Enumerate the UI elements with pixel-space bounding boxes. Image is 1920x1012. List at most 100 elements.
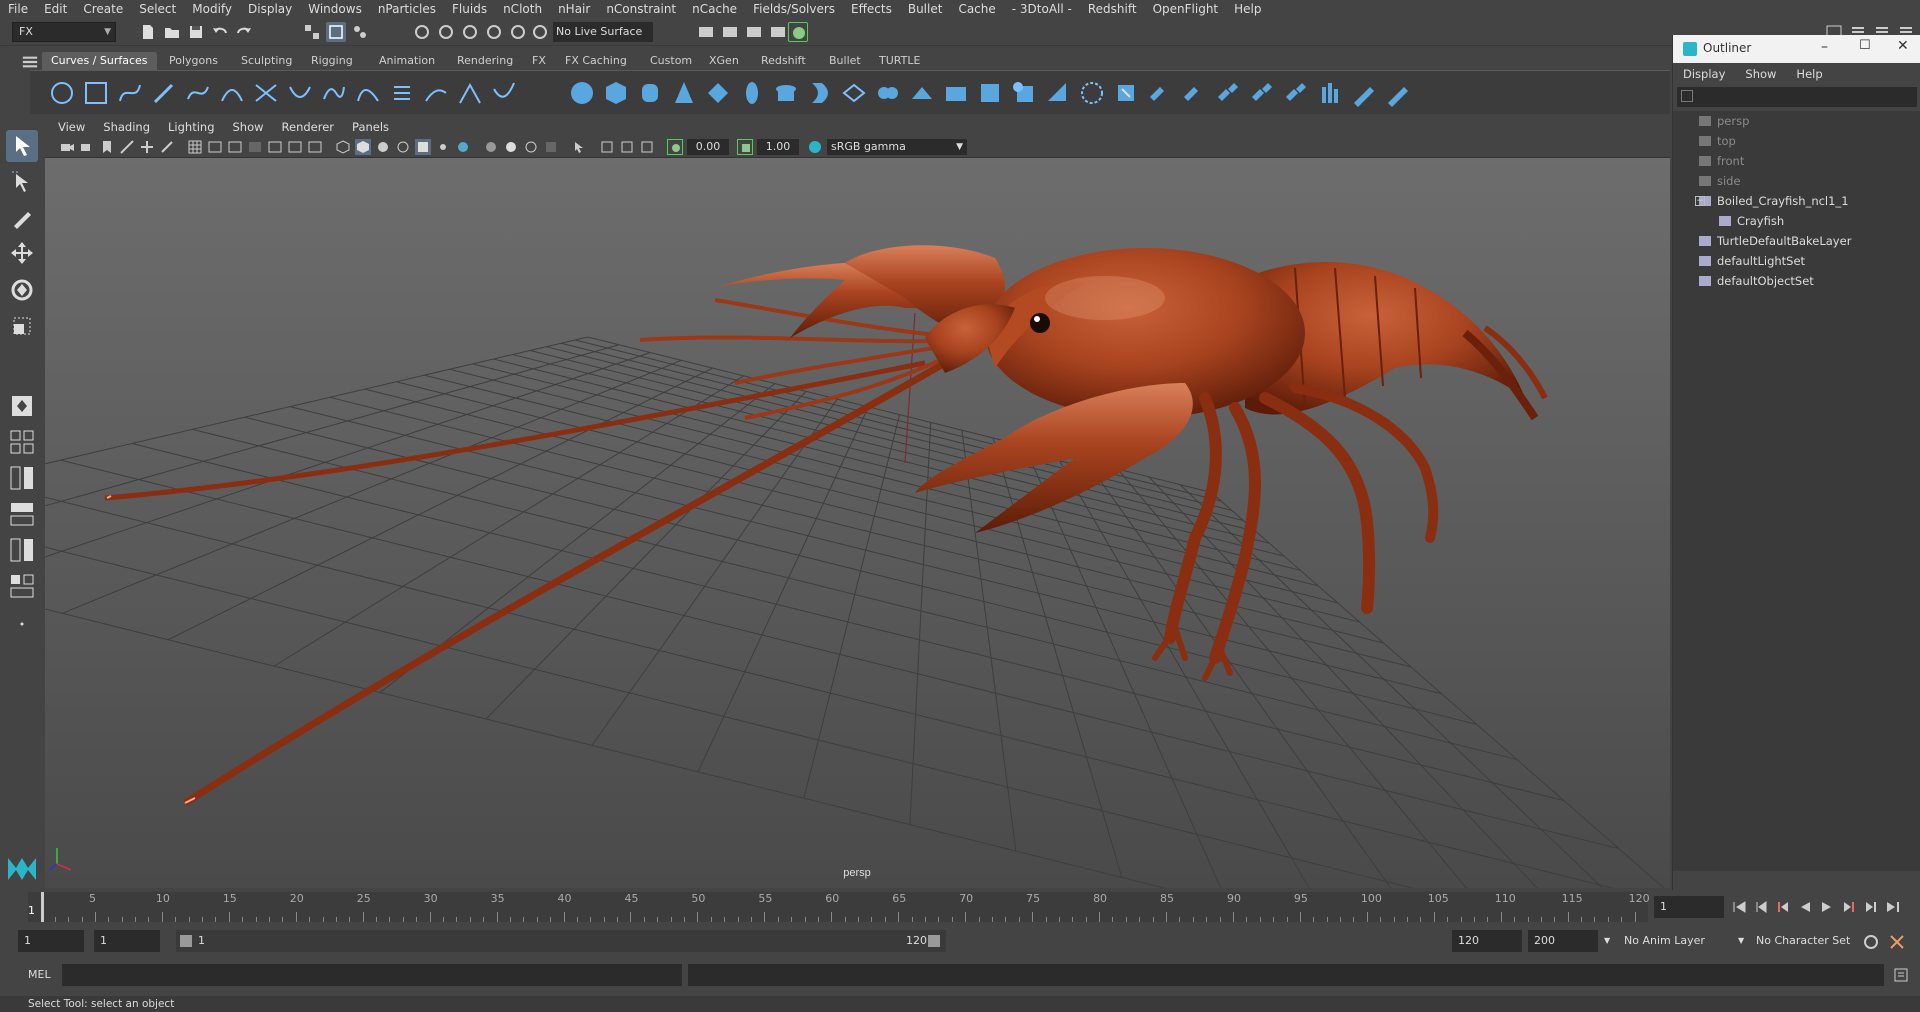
minimize-icon[interactable]: – — [1821, 39, 1828, 55]
attach-surfaces-icon[interactable] — [1180, 79, 1208, 107]
rebuild-curve-icon[interactable] — [456, 79, 484, 107]
scene-start-field[interactable]: 1 — [18, 930, 84, 952]
depth-of-field-icon[interactable] — [543, 139, 559, 155]
scale-tool-icon[interactable] — [6, 310, 38, 342]
add-points-icon[interactable] — [490, 79, 518, 107]
menu-item[interactable]: Fluids — [444, 2, 495, 16]
outliner-item[interactable]: − Boiled_Crayfish_ncl1_1 — [1673, 191, 1920, 211]
close-icon[interactable]: ✕ — [1897, 38, 1909, 54]
gate-mask-icon[interactable] — [247, 139, 263, 155]
outliner-item[interactable]: front — [1673, 151, 1920, 171]
square-surface-icon[interactable] — [1010, 79, 1038, 107]
persp-graph-stack-layout-icon[interactable] — [6, 534, 38, 566]
menu-item[interactable]: nCache — [684, 2, 745, 16]
bevel-plus-icon[interactable] — [942, 79, 970, 107]
outliner-item[interactable]: defaultObjectSet — [1673, 271, 1920, 291]
snap-surface-icon[interactable] — [508, 22, 528, 42]
shelf-tab[interactable]: FX — [523, 52, 555, 70]
shelf-tab[interactable]: Curves / Surfaces — [42, 52, 157, 70]
command-language-label[interactable]: MEL — [28, 968, 51, 981]
range-slider[interactable]: 1 120 — [176, 930, 946, 952]
save-scene-icon[interactable] — [186, 22, 206, 42]
timeline-ruler[interactable]: 5 10 15 20 25 30 35 40 45 50 55 60 65 70 75 80 85 90 95 100… — [28, 892, 1650, 922]
view-transform-dropdown[interactable]: sRGB gamma ▼ — [827, 139, 967, 155]
menu-item[interactable]: Select — [131, 2, 184, 16]
detach-surfaces-icon[interactable] — [1214, 79, 1242, 107]
outliner-item[interactable]: persp — [1673, 111, 1920, 131]
outliner-search-field[interactable] — [1677, 87, 1917, 107]
offset-curve-icon[interactable] — [422, 79, 450, 107]
insert-isoparm-icon[interactable] — [1282, 79, 1310, 107]
safe-action-icon[interactable] — [287, 139, 303, 155]
anim-preferences-icon[interactable] — [1888, 933, 1906, 951]
hypershade-icon[interactable] — [788, 22, 808, 42]
redo-icon[interactable] — [234, 22, 254, 42]
single-view-layout-icon[interactable] — [6, 390, 38, 422]
outliner-item[interactable]: defaultLightSet — [1673, 251, 1920, 271]
nurbs-torus-icon[interactable] — [738, 79, 766, 107]
extrude-icon[interactable] — [874, 79, 902, 107]
viewport-menu-item[interactable]: Renderer — [273, 120, 344, 134]
shelf-tab[interactable]: Rigging — [302, 52, 362, 70]
shelf-tab[interactable]: Animation — [370, 52, 444, 70]
live-surface-field[interactable]: No Live Surface — [553, 22, 653, 42]
menu-item[interactable]: Bullet — [900, 2, 951, 16]
shadows-icon[interactable] — [455, 139, 471, 155]
shelf-tab[interactable]: Custom — [641, 52, 701, 70]
nurbs-cone-icon[interactable] — [670, 79, 698, 107]
play-forwards-icon[interactable] — [1818, 898, 1836, 916]
untrim-icon[interactable] — [1146, 79, 1174, 107]
xray-icon[interactable] — [599, 139, 615, 155]
wireframe-on-shaded-icon[interactable] — [395, 139, 411, 155]
nurbs-square-icon[interactable] — [82, 79, 110, 107]
default-material-icon[interactable] — [375, 139, 391, 155]
smooth-shade-icon[interactable] — [355, 139, 371, 155]
sculpt-surface-icon[interactable] — [1350, 79, 1378, 107]
ep-curve-icon[interactable] — [184, 79, 212, 107]
current-time-indicator[interactable] — [41, 892, 45, 922]
select-tool-icon[interactable] — [6, 130, 38, 162]
outliner-item[interactable]: Crayfish — [1673, 211, 1920, 231]
step-forward-frame-icon[interactable] — [1862, 898, 1880, 916]
camera-select-icon[interactable] — [59, 139, 75, 155]
cv-curve-icon[interactable] — [116, 79, 144, 107]
intersect-icon[interactable] — [1078, 79, 1106, 107]
viewport-menu-item[interactable]: View — [49, 120, 94, 134]
xray-joints-icon[interactable] — [619, 139, 635, 155]
four-view-layout-icon[interactable] — [6, 426, 38, 458]
step-back-key-icon[interactable] — [1774, 898, 1792, 916]
playback-end-field[interactable]: 120 — [1452, 930, 1522, 952]
menu-item[interactable]: Effects — [843, 2, 900, 16]
open-close-icon[interactable] — [1248, 79, 1276, 107]
step-forward-key-icon[interactable] — [1840, 898, 1858, 916]
pencil-curve-icon[interactable] — [150, 79, 178, 107]
loft-icon[interactable] — [806, 79, 834, 107]
nurbs-plane-icon[interactable] — [704, 79, 732, 107]
extend-surface-icon[interactable] — [1316, 79, 1344, 107]
current-frame-field[interactable]: 1 — [1654, 896, 1724, 918]
maximize-icon[interactable]: ☐ — [1859, 38, 1871, 53]
viewport-menu-item[interactable]: Lighting — [159, 120, 223, 134]
menu-item[interactable]: Fields/Solvers — [745, 2, 843, 16]
auto-key-icon[interactable] — [1862, 933, 1880, 951]
shelf-tab[interactable]: TURTLE — [870, 52, 929, 70]
menu-item[interactable]: Redshift — [1080, 2, 1145, 16]
bezier-curve-icon[interactable] — [218, 79, 246, 107]
trim-tool-icon[interactable] — [1112, 79, 1140, 107]
shelf-tab[interactable]: XGen — [700, 52, 748, 70]
bookmark-icon[interactable] — [99, 139, 115, 155]
persp-outliner-layout-icon[interactable] — [6, 462, 38, 494]
viewport-menu-item[interactable]: Show — [224, 120, 273, 134]
2d-pan-zoom-icon[interactable] — [139, 139, 155, 155]
lasso-tool-icon[interactable] — [6, 166, 38, 198]
shelf-tab[interactable]: Redshift — [752, 52, 815, 70]
project-curve-icon[interactable] — [1044, 79, 1072, 107]
menu-item[interactable]: nParticles — [370, 2, 444, 16]
outliner-item[interactable]: top — [1673, 131, 1920, 151]
filter-icon[interactable] — [1681, 90, 1693, 102]
snap-vertex-icon[interactable] — [530, 22, 550, 42]
field-chart-icon[interactable] — [267, 139, 283, 155]
planar-icon[interactable] — [840, 79, 868, 107]
surface-edit-icon[interactable] — [1384, 79, 1412, 107]
outliner-item[interactable]: TurtleDefaultBakeLayer — [1673, 231, 1920, 251]
